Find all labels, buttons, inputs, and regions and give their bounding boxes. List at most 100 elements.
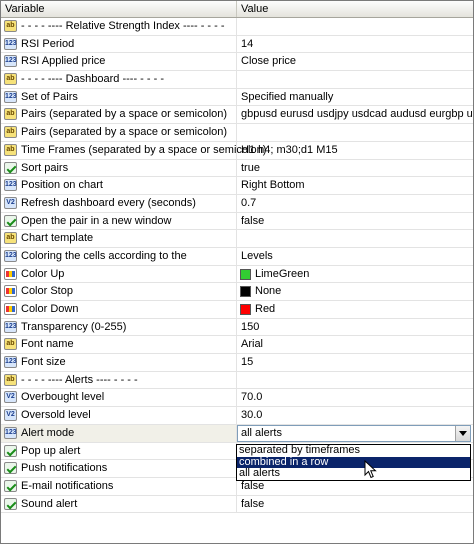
parameter-row[interactable]: 123 Alert mode all alerts — [1, 424, 473, 443]
value-cell[interactable]: all alerts — [237, 424, 473, 442]
variable-cell[interactable]: 123 Coloring the cells according to the — [1, 247, 237, 265]
variable-cell[interactable]: Color Down — [1, 301, 237, 318]
variable-cell[interactable]: ab Pairs (separated by a space or semicol… — [1, 106, 237, 124]
parameter-row[interactable]: ab - - - - ---- Alerts ---- - - - - — [1, 371, 473, 390]
value-cell[interactable]: true — [237, 160, 473, 177]
variable-cell[interactable]: ab - - - - ---- Dashboard ---- - - - - — [1, 71, 237, 88]
column-header-value[interactable]: Value — [237, 1, 473, 17]
value-cell[interactable]: Levels — [237, 248, 473, 265]
string-type-icon: ab — [4, 108, 17, 121]
variable-cell[interactable]: V2 Overbought level — [1, 389, 237, 407]
variable-cell[interactable]: ab - - - - ---- Relative Strength Index -… — [1, 18, 237, 35]
variable-cell[interactable]: V2 Refresh dashboard every (seconds) — [1, 194, 237, 212]
color-swatch — [240, 268, 251, 280]
variable-cell[interactable]: 123 Transparency (0-255) — [1, 318, 237, 336]
value-cell[interactable]: 15 — [237, 354, 473, 371]
value-cell[interactable]: false — [237, 213, 473, 230]
parameter-row[interactable]: Color Stop None — [1, 283, 473, 301]
variable-cell[interactable]: ab Pairs (separated by a space or semicol… — [1, 124, 237, 141]
value-cell[interactable] — [237, 230, 473, 247]
value-cell[interactable] — [237, 124, 473, 141]
value-cell[interactable]: Right Bottom — [237, 177, 473, 194]
table-header: Variable Value — [1, 1, 473, 18]
alert-mode-select[interactable]: all alerts — [237, 424, 471, 442]
parameter-row[interactable]: Color Up LimeGreen — [1, 265, 473, 284]
parameter-row[interactable]: ab - - - - ---- Relative Strength Index -… — [1, 18, 473, 36]
variable-label: - - - - ---- Dashboard ---- - - - - — [21, 73, 164, 86]
variable-cell[interactable]: 123 RSI Period — [1, 35, 237, 53]
variable-cell[interactable]: 123 Set of Pairs — [1, 88, 237, 106]
boolean-type-icon — [4, 444, 17, 457]
variable-label: Time Frames (separated by a space or sem… — [21, 143, 267, 156]
variable-cell[interactable]: Pop up alert — [1, 442, 237, 460]
value-cell[interactable]: gbpusd eurusd usdjpy usdcad audusd eurgb… — [237, 106, 473, 123]
variable-cell[interactable]: Color Up — [1, 265, 237, 283]
variable-cell[interactable]: ab - - - - ---- Alerts ---- - - - - — [1, 371, 237, 389]
value-cell[interactable]: H1 h4; m30;d1 M15 — [237, 142, 473, 159]
parameter-row[interactable]: Sort pairs true — [1, 159, 473, 178]
parameter-row[interactable]: Sound alert false — [1, 495, 473, 514]
variable-cell[interactable]: ab Chart template — [1, 230, 237, 247]
parameter-row[interactable]: 123 Position on chart Right Bottom — [1, 177, 473, 195]
integer-type-icon: 123 — [4, 320, 17, 333]
parameter-row[interactable]: Open the pair in a new window false — [1, 212, 473, 231]
variable-cell[interactable]: Color Stop — [1, 283, 237, 300]
parameter-row[interactable]: 123 Transparency (0-255) 150 — [1, 318, 473, 337]
value-cell[interactable]: Close price — [237, 53, 473, 70]
variable-cell[interactable]: ab Font name — [1, 336, 237, 354]
variable-cell[interactable]: 123 RSI Applied price — [1, 53, 237, 71]
value-cell[interactable] — [237, 18, 473, 35]
value-cell[interactable]: 14 — [237, 36, 473, 53]
parameter-row[interactable]: 123 Font size 15 — [1, 354, 473, 372]
value-text: true — [241, 161, 260, 174]
parameter-row[interactable]: V2 Oversold level 30.0 — [1, 407, 473, 425]
value-cell[interactable]: Specified manually — [237, 89, 473, 106]
parameter-row[interactable]: ab Time Frames (separated by a space or s… — [1, 141, 473, 160]
parameter-row[interactable]: 123 Set of Pairs Specified manually — [1, 88, 473, 107]
value-cell[interactable]: LimeGreen — [237, 266, 473, 283]
variable-cell[interactable]: Sound alert — [1, 495, 237, 513]
variable-cell[interactable]: V2 Oversold level — [1, 407, 237, 424]
value-cell[interactable]: 150 — [237, 319, 473, 336]
variable-cell[interactable]: Push notifications — [1, 460, 237, 477]
value-cell[interactable]: 70.0 — [237, 389, 473, 406]
variable-cell[interactable]: 123 Alert mode — [1, 424, 237, 442]
variable-cell[interactable]: 123 Position on chart — [1, 177, 237, 194]
alert-mode-dropdown-list[interactable]: separated by timeframes combined in a row… — [236, 444, 471, 481]
dropdown-option[interactable]: separated by timeframes — [237, 444, 470, 457]
parameter-row[interactable]: ab Chart template — [1, 230, 473, 248]
parameter-row[interactable]: Color Down Red — [1, 301, 473, 319]
parameter-row[interactable]: ab Font name Arial — [1, 336, 473, 355]
variable-cell[interactable]: 123 Font size — [1, 354, 237, 371]
value-cell[interactable]: None — [237, 283, 473, 300]
integer-type-icon: 123 — [4, 356, 17, 369]
value-cell[interactable]: Arial — [237, 336, 473, 353]
value-cell[interactable] — [237, 372, 473, 389]
value-cell[interactable]: false — [237, 496, 473, 513]
value-text: 70.0 — [241, 391, 263, 404]
chevron-down-icon[interactable] — [455, 425, 470, 441]
parameter-row[interactable]: ab Pairs (separated by a space or semicol… — [1, 106, 473, 125]
parameter-row[interactable]: V2 Overbought level 70.0 — [1, 389, 473, 408]
value-cell[interactable]: Red — [237, 301, 473, 318]
parameter-row[interactable]: ab Pairs (separated by a space or semicol… — [1, 124, 473, 142]
parameter-row[interactable]: 123 RSI Applied price Close price — [1, 53, 473, 72]
value-cell[interactable]: 0.7 — [237, 195, 473, 212]
parameter-row[interactable]: V2 Refresh dashboard every (seconds) 0.7 — [1, 194, 473, 213]
parameter-row[interactable]: 123 RSI Period 14 — [1, 35, 473, 54]
variable-cell[interactable]: E-mail notifications — [1, 477, 237, 495]
value-cell[interactable] — [237, 71, 473, 88]
variable-label: Font name — [21, 338, 74, 351]
column-header-variable[interactable]: Variable — [1, 1, 237, 17]
variable-cell[interactable]: Sort pairs — [1, 159, 237, 177]
value-text: 0.7 — [241, 196, 257, 209]
variable-cell[interactable]: Open the pair in a new window — [1, 212, 237, 230]
parameter-row[interactable]: ab - - - - ---- Dashboard ---- - - - - — [1, 71, 473, 89]
parameter-row[interactable]: E-mail notifications false — [1, 477, 473, 496]
parameters-grid: ab - - - - ---- Relative Strength Index -… — [1, 18, 473, 514]
parameter-row[interactable]: 123 Coloring the cells according to the Le… — [1, 247, 473, 266]
dropdown-option[interactable]: all alerts — [237, 467, 470, 480]
variable-label: Push notifications — [21, 462, 108, 475]
value-cell[interactable]: 30.0 — [237, 407, 473, 424]
variable-cell[interactable]: ab Time Frames (separated by a space or s… — [1, 141, 266, 159]
